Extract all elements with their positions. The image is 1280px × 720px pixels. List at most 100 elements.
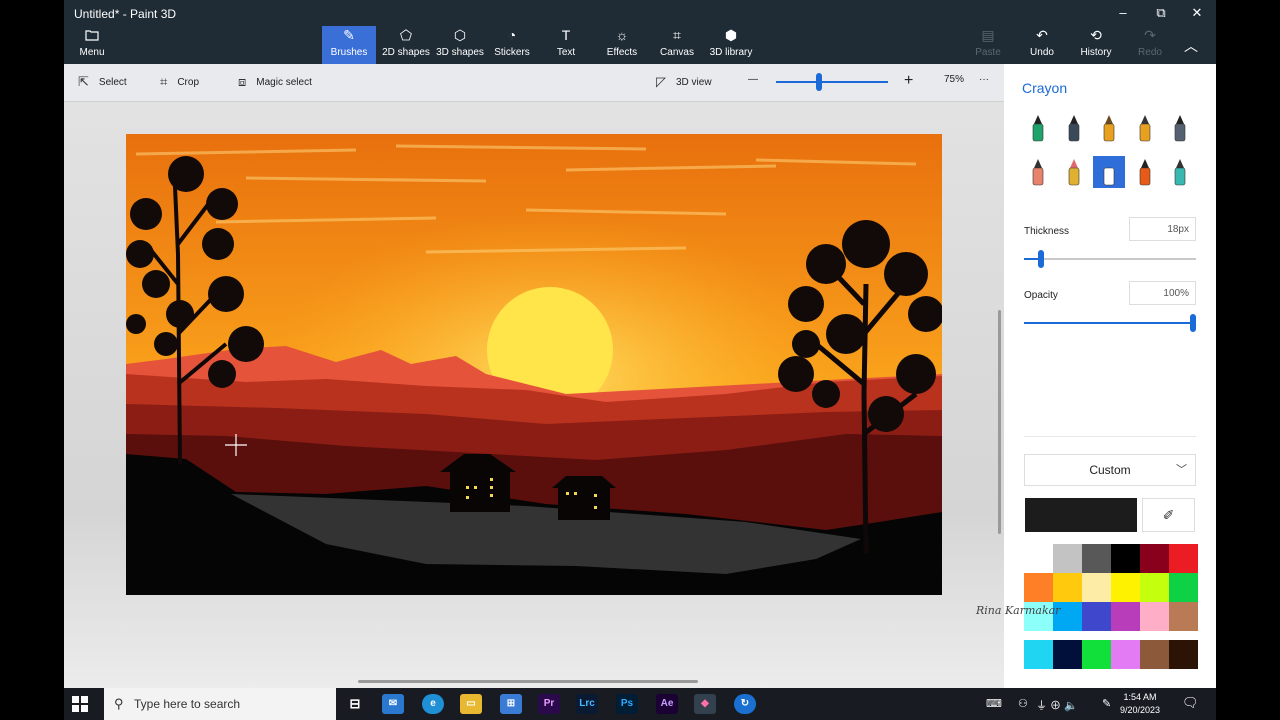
color-swatch[interactable] xyxy=(1169,602,1198,631)
marker-brush-icon[interactable] xyxy=(1022,112,1054,144)
taskbar-search-box[interactable]: ⚲ Type here to search xyxy=(104,688,336,720)
after-effects-icon[interactable]: Ae xyxy=(656,694,678,714)
color-swatch[interactable] xyxy=(1169,640,1198,669)
color-swatch[interactable] xyxy=(1169,573,1198,602)
zoom-slider-thumb[interactable] xyxy=(815,73,822,91)
redo-label: Redo xyxy=(1138,47,1162,58)
clock-time: 1:54 AM xyxy=(1123,692,1157,702)
people-icon[interactable]: ⚇ xyxy=(1018,697,1028,710)
tab-effects[interactable]: ☼ Effects xyxy=(598,26,646,64)
drawing-canvas[interactable] xyxy=(126,134,942,595)
keyboard-icon[interactable]: ⌨ xyxy=(986,697,1002,710)
notifications-icon[interactable]: 🗨 xyxy=(1182,695,1199,711)
spray-can-brush-icon[interactable] xyxy=(1129,156,1161,188)
thickness-field[interactable]: 18px xyxy=(1129,217,1196,241)
system-tray-icons[interactable]: ⏚ ⊕ 🔈 xyxy=(1036,697,1078,713)
tab-3d-shapes[interactable]: ⬡ 3D shapes xyxy=(432,26,488,64)
minimize-button[interactable]: – xyxy=(1108,4,1138,22)
2d-shapes-icon: ⬠ xyxy=(399,27,413,43)
taskbar-clock[interactable]: 1:54 AM 9/20/2023 xyxy=(1120,691,1160,717)
eyedropper-button[interactable]: ✐ xyxy=(1142,498,1195,532)
eraser-brush-icon[interactable] xyxy=(1022,156,1054,188)
redo-button[interactable]: ↷ Redo xyxy=(1130,26,1170,64)
zoom-out-button[interactable]: — xyxy=(748,74,758,85)
tab-stickers[interactable]: ◔ Stickers xyxy=(488,26,536,64)
tab-text[interactable]: T Text xyxy=(544,26,588,64)
color-swatch[interactable] xyxy=(1053,573,1082,602)
paint3d-window: Untitled* - Paint 3D – ⧉ ✕ Menu ✎ Brushes… xyxy=(64,0,1216,688)
close-button[interactable]: ✕ xyxy=(1182,4,1212,22)
color-swatch[interactable] xyxy=(1082,640,1111,669)
opacity-field[interactable]: 100% xyxy=(1129,281,1196,305)
pencil-brush-icon[interactable] xyxy=(1164,112,1196,144)
edge-browser-icon[interactable]: e xyxy=(422,694,444,714)
remote-app-icon[interactable]: ↻ xyxy=(734,694,756,714)
color-swatch[interactable] xyxy=(1140,640,1169,669)
oil-brush-brush-icon[interactable] xyxy=(1093,112,1125,144)
color-swatch[interactable] xyxy=(1140,544,1169,573)
color-swatch[interactable] xyxy=(1169,544,1198,573)
tab-2d-shapes[interactable]: ⬠ 2D shapes xyxy=(378,26,434,64)
horizontal-scrollbar[interactable] xyxy=(358,680,698,683)
color-swatch[interactable] xyxy=(1024,573,1053,602)
history-icon: ⟲ xyxy=(1090,27,1102,43)
pen-icon[interactable]: ✎ xyxy=(1102,697,1111,710)
zoom-slider[interactable] xyxy=(776,81,888,83)
mail-icon[interactable]: ✉ xyxy=(382,694,404,714)
color-swatch[interactable] xyxy=(1082,573,1111,602)
lightroom-classic-icon[interactable]: Lrc xyxy=(576,694,598,714)
opacity-slider-thumb[interactable] xyxy=(1190,314,1196,332)
crop-tool[interactable]: ⌗ Crop xyxy=(160,74,199,90)
undo-button[interactable]: ↶ Undo xyxy=(1022,26,1062,64)
watercolor-brush-icon[interactable] xyxy=(1129,112,1161,144)
3d-view-toggle[interactable]: ◸ 3D view xyxy=(656,74,712,90)
color-swatch[interactable] xyxy=(1024,640,1053,669)
menu-button[interactable]: Menu xyxy=(70,28,114,62)
select-tool[interactable]: ⇱ Select xyxy=(78,74,127,90)
tab-canvas[interactable]: ⌗ Canvas xyxy=(654,26,700,64)
thickness-slider[interactable] xyxy=(1024,250,1196,268)
task-view-icon[interactable]: ⊟ xyxy=(344,694,366,714)
more-options-button[interactable]: ··· xyxy=(979,74,989,85)
tab-label: Canvas xyxy=(660,47,694,58)
current-color-preview[interactable] xyxy=(1025,498,1137,532)
thickness-slider-thumb[interactable] xyxy=(1038,250,1045,268)
opacity-slider[interactable] xyxy=(1024,314,1196,332)
title-and-ribbon-bar: Untitled* - Paint 3D – ⧉ ✕ Menu ✎ Brushes… xyxy=(64,0,1216,64)
windows-start-button[interactable] xyxy=(72,696,88,712)
paste-button[interactable]: ▤ Paste xyxy=(968,26,1008,64)
maximize-button[interactable]: ⧉ xyxy=(1146,4,1176,22)
color-swatch[interactable] xyxy=(1053,640,1082,669)
file-explorer-icon[interactable]: ▭ xyxy=(460,694,482,714)
tab-label: Brushes xyxy=(330,47,368,58)
color-mode-dropdown[interactable]: Custom ﹀ xyxy=(1024,454,1196,486)
fill-brush-icon[interactable] xyxy=(1164,156,1196,188)
pixel-pen-brush-icon[interactable] xyxy=(1093,156,1125,188)
search-icon: ⚲ xyxy=(114,696,124,711)
tab-brush[interactable]: ✎ Brushes xyxy=(322,26,376,64)
tab-label: Text xyxy=(556,47,576,58)
premiere-pro-icon[interactable]: Pr xyxy=(538,694,560,714)
microsoft-store-icon[interactable]: ⊞ xyxy=(500,694,522,714)
collapse-ribbon-chevron-up-icon[interactable]: ︿ xyxy=(1184,36,1198,56)
tab-3d-library[interactable]: ⬢ 3D library xyxy=(708,26,754,64)
crayon-brush-icon[interactable] xyxy=(1058,156,1090,188)
color-swatch[interactable] xyxy=(1140,602,1169,631)
paint-3d-icon[interactable]: ◆ xyxy=(694,694,716,714)
magic-select-tool[interactable]: ⧈ Magic select xyxy=(238,74,312,90)
color-swatch[interactable] xyxy=(1140,573,1169,602)
zoom-in-button[interactable]: + xyxy=(904,72,913,90)
color-swatch[interactable] xyxy=(1111,602,1140,631)
color-swatch[interactable] xyxy=(1111,573,1140,602)
calligraphy-pen-brush-icon[interactable] xyxy=(1058,112,1090,144)
color-swatch[interactable] xyxy=(1082,602,1111,631)
color-swatch[interactable] xyxy=(1053,544,1082,573)
history-button[interactable]: ⟲ History xyxy=(1074,26,1118,64)
color-swatch[interactable] xyxy=(1082,544,1111,573)
color-swatch[interactable] xyxy=(1024,544,1053,573)
photoshop-icon[interactable]: Ps xyxy=(616,694,638,714)
color-swatch[interactable] xyxy=(1111,544,1140,573)
color-swatch[interactable] xyxy=(1111,640,1140,669)
vertical-scrollbar[interactable] xyxy=(998,310,1001,534)
zoom-level: 75% xyxy=(944,74,964,85)
